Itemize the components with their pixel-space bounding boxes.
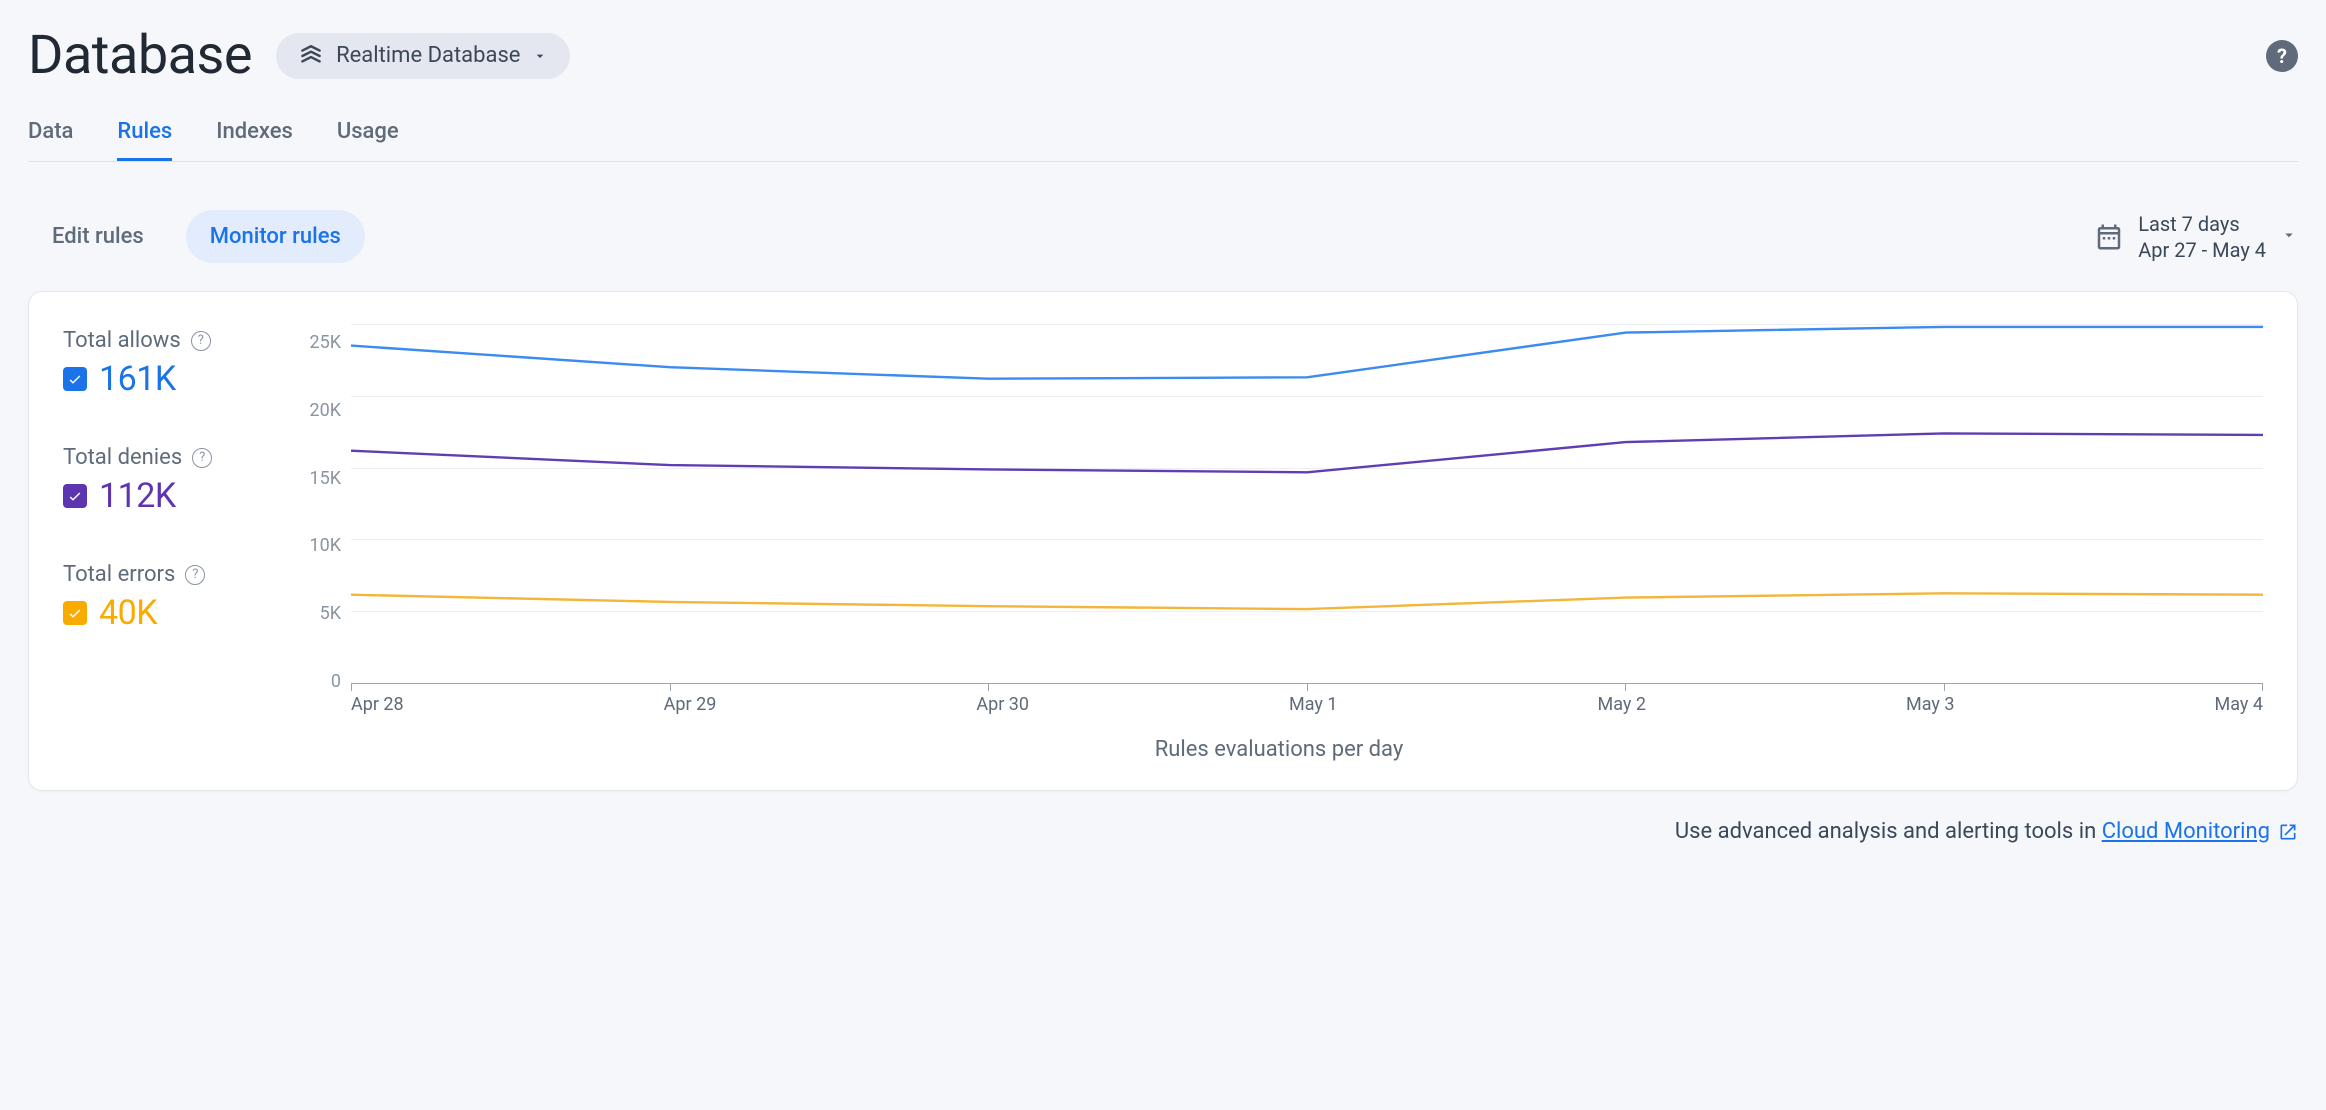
chart-plot <box>351 324 2263 684</box>
tab-data[interactable]: Data <box>28 111 73 161</box>
database-selector-label: Realtime Database <box>336 43 520 68</box>
allows-checkbox[interactable] <box>63 367 87 391</box>
help-icon[interactable]: ? <box>192 448 212 468</box>
x-axis-label: Rules evaluations per day <box>295 737 2263 762</box>
errors-checkbox[interactable] <box>63 601 87 625</box>
chart: 25K 20K 15K 10K 5K 0 <box>295 324 2263 762</box>
page-title: Database <box>28 24 252 87</box>
date-range: Apr 27 - May 4 <box>2138 237 2266 263</box>
denies-checkbox[interactable] <box>63 484 87 508</box>
help-icon[interactable]: ? <box>185 565 205 585</box>
legend-item-denies: Total denies ? 112K <box>63 445 263 516</box>
chart-legend: Total allows ? 161K Total denies ? <box>63 324 263 762</box>
tab-rules[interactable]: Rules <box>117 111 172 161</box>
errors-value: 40K <box>99 593 157 633</box>
help-icon[interactable]: ? <box>191 331 211 351</box>
tab-indexes[interactable]: Indexes <box>216 111 293 161</box>
date-range-picker[interactable]: Last 7 days Apr 27 - May 4 <box>2094 211 2298 263</box>
legend-item-errors: Total errors ? 40K <box>63 562 263 633</box>
chevron-down-icon <box>532 48 548 64</box>
monitor-rules-card: Total allows ? 161K Total denies ? <box>28 291 2298 791</box>
legend-label: Total denies <box>63 445 182 470</box>
y-axis-ticks: 25K 20K 15K 10K 5K 0 <box>295 324 341 684</box>
subtab-edit-rules[interactable]: Edit rules <box>28 210 168 263</box>
chevron-down-icon <box>2280 226 2298 248</box>
legend-item-allows: Total allows ? 161K <box>63 328 263 399</box>
database-selector[interactable]: Realtime Database <box>276 33 570 79</box>
tab-bar: Data Rules Indexes Usage <box>28 111 2298 162</box>
legend-label: Total errors <box>63 562 175 587</box>
cloud-monitoring-link[interactable]: Cloud Monitoring <box>2102 819 2298 844</box>
tab-usage[interactable]: Usage <box>337 111 399 161</box>
external-link-icon <box>2278 822 2298 842</box>
allows-value: 161K <box>99 359 176 399</box>
realtime-database-icon <box>298 43 324 69</box>
help-icon[interactable]: ? <box>2266 40 2298 72</box>
legend-label: Total allows <box>63 328 181 353</box>
denies-value: 112K <box>99 476 176 516</box>
subtab-monitor-rules[interactable]: Monitor rules <box>186 210 365 263</box>
x-axis-ticks: Apr 28Apr 29Apr 30May 1May 2May 3May 4 <box>351 694 2263 715</box>
footer-text: Use advanced analysis and alerting tools… <box>1675 819 2102 844</box>
calendar-icon <box>2094 222 2124 252</box>
date-preset: Last 7 days <box>2138 211 2266 237</box>
